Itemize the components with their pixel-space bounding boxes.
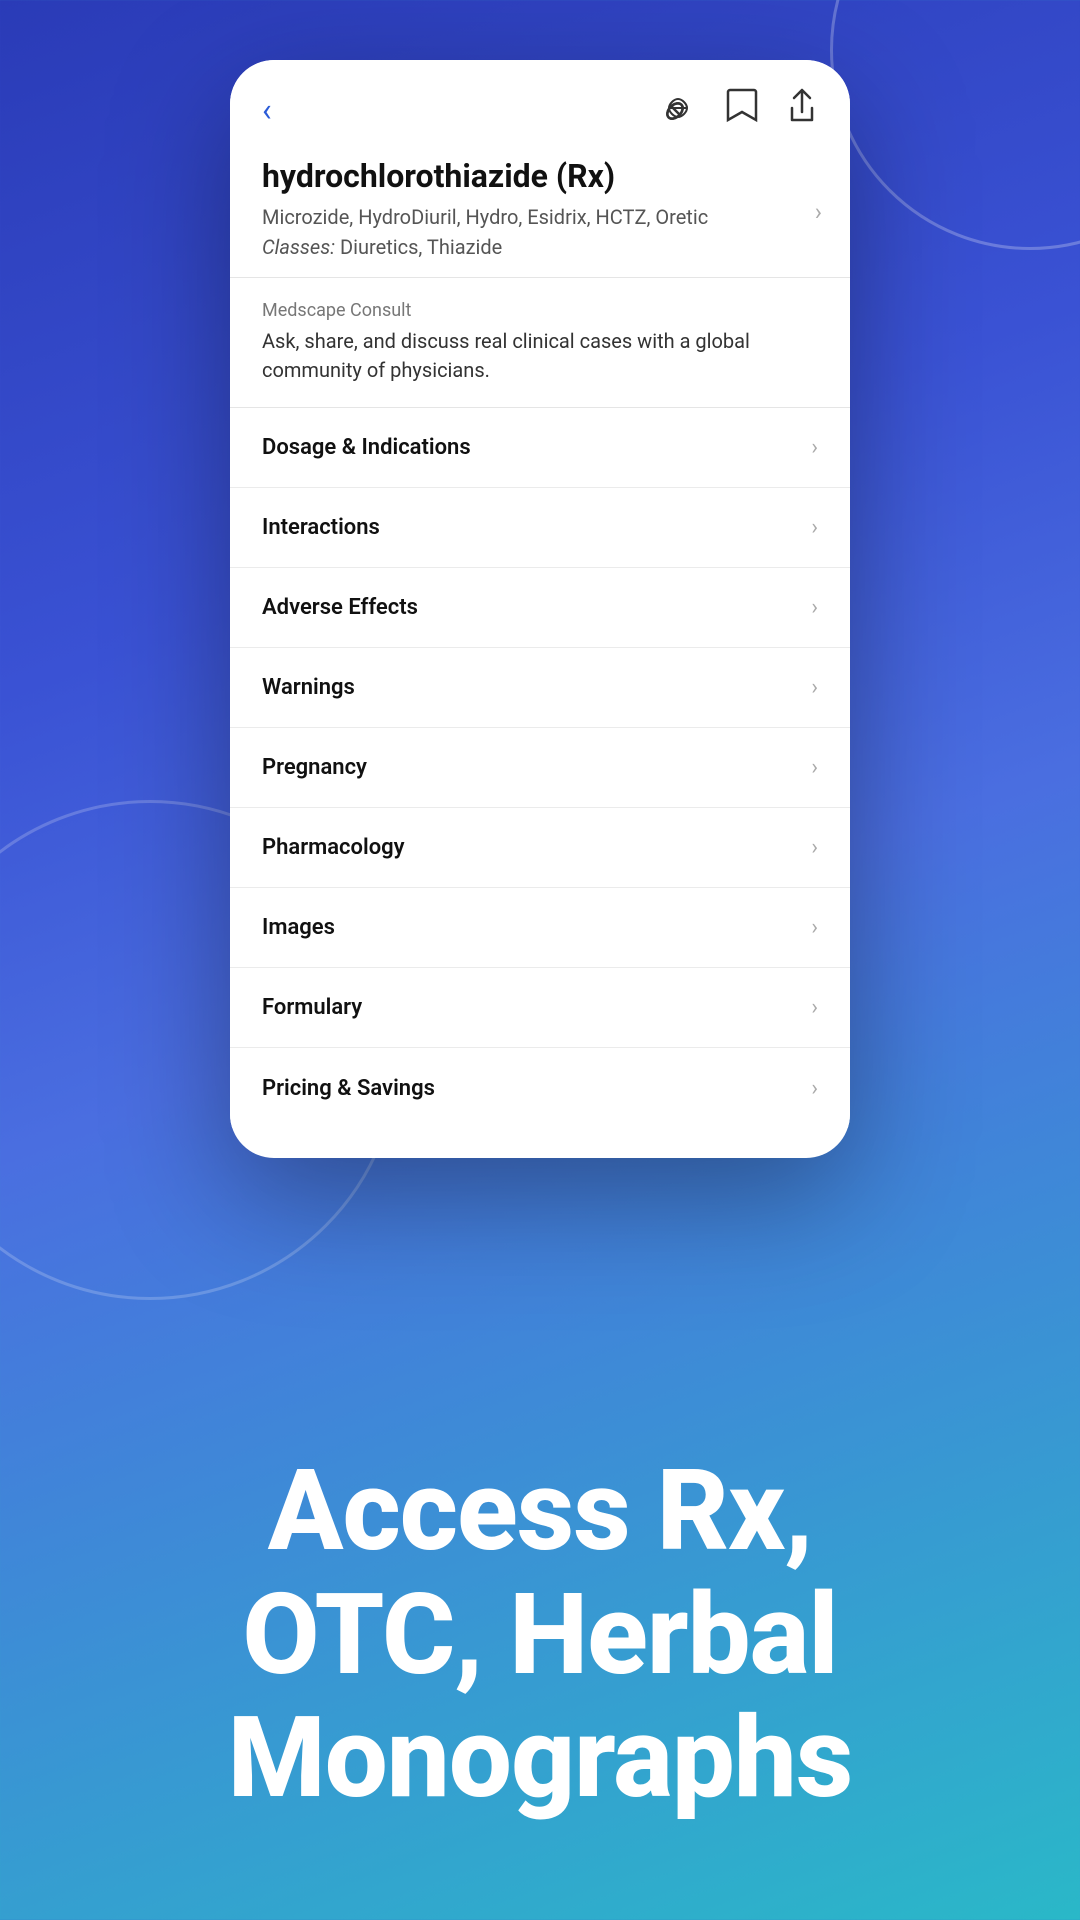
menu-item-formulary[interactable]: Formulary › bbox=[230, 968, 850, 1048]
bottom-heading-line1: Access Rx, bbox=[80, 1450, 1000, 1573]
bg-decoration-top bbox=[830, 0, 1080, 250]
classes-label: Classes: bbox=[262, 235, 335, 259]
drug-header[interactable]: hydrochlorothiazide (Rx) Microzide, Hydr… bbox=[230, 147, 850, 278]
menu-item-pricing[interactable]: Pricing & Savings › bbox=[230, 1048, 850, 1128]
back-button[interactable]: ‹ bbox=[262, 91, 272, 129]
menu-item-pharmacology-label: Pharmacology bbox=[262, 835, 405, 860]
bottom-heading-line2: OTC, Herbal bbox=[80, 1574, 1000, 1697]
menu-item-adverse-label: Adverse Effects bbox=[262, 595, 418, 620]
classes-value: Diuretics, Thiazide bbox=[340, 235, 502, 259]
consult-section: Medscape Consult Ask, share, and discuss… bbox=[230, 278, 850, 408]
drug-icon[interactable] bbox=[662, 88, 698, 131]
menu-list: Dosage & Indications › Interactions › Ad… bbox=[230, 408, 850, 1128]
drug-header-chevron: › bbox=[815, 198, 822, 226]
bookmark-icon[interactable] bbox=[726, 88, 758, 131]
menu-item-images[interactable]: Images › bbox=[230, 888, 850, 968]
menu-item-images-chevron: › bbox=[811, 915, 818, 940]
menu-item-dosage[interactable]: Dosage & Indications › bbox=[230, 408, 850, 488]
drug-aliases: Microzide, HydroDiuril, Hydro, Esidrix, … bbox=[262, 203, 818, 231]
menu-item-warnings[interactable]: Warnings › bbox=[230, 648, 850, 728]
drug-title: hydrochlorothiazide (Rx) bbox=[262, 157, 818, 195]
menu-item-interactions[interactable]: Interactions › bbox=[230, 488, 850, 568]
menu-item-pregnancy[interactable]: Pregnancy › bbox=[230, 728, 850, 808]
menu-item-warnings-chevron: › bbox=[811, 675, 818, 700]
drug-classes: Classes: Diuretics, Thiazide bbox=[262, 235, 818, 259]
share-icon[interactable] bbox=[786, 88, 818, 131]
topbar-icons bbox=[662, 88, 818, 131]
bottom-heading-line3: Monographs bbox=[80, 1697, 1000, 1820]
menu-item-formulary-chevron: › bbox=[811, 995, 818, 1020]
menu-item-warnings-label: Warnings bbox=[262, 675, 355, 700]
menu-item-dosage-label: Dosage & Indications bbox=[262, 435, 471, 460]
consult-text: Ask, share, and discuss real clinical ca… bbox=[262, 327, 818, 385]
menu-item-interactions-label: Interactions bbox=[262, 515, 380, 540]
menu-item-pharmacology[interactable]: Pharmacology › bbox=[230, 808, 850, 888]
bottom-marketing-text: Access Rx, OTC, Herbal Monographs bbox=[0, 1450, 1080, 1820]
menu-item-pricing-label: Pricing & Savings bbox=[262, 1076, 435, 1101]
menu-item-pricing-chevron: › bbox=[811, 1076, 818, 1101]
menu-item-images-label: Images bbox=[262, 915, 335, 940]
menu-item-pregnancy-chevron: › bbox=[811, 755, 818, 780]
phone-topbar: ‹ bbox=[230, 60, 850, 147]
consult-label: Medscape Consult bbox=[262, 300, 818, 321]
menu-item-formulary-label: Formulary bbox=[262, 995, 362, 1020]
menu-item-adverse[interactable]: Adverse Effects › bbox=[230, 568, 850, 648]
menu-item-interactions-chevron: › bbox=[811, 515, 818, 540]
phone-mockup: ‹ bbox=[230, 60, 850, 1158]
menu-item-adverse-chevron: › bbox=[811, 595, 818, 620]
menu-item-dosage-chevron: › bbox=[811, 435, 818, 460]
menu-item-pregnancy-label: Pregnancy bbox=[262, 755, 367, 780]
menu-item-pharmacology-chevron: › bbox=[811, 835, 818, 860]
